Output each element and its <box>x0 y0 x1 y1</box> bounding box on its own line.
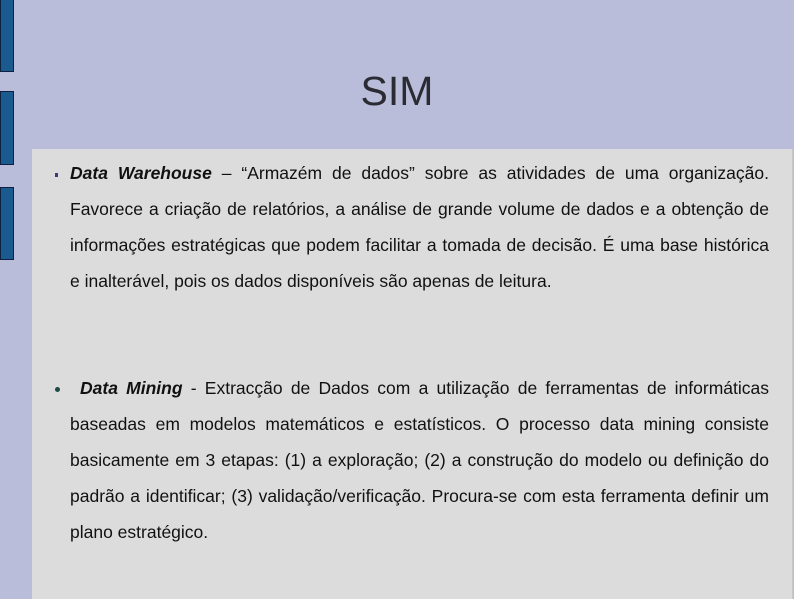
bullet-separator: - <box>182 378 205 398</box>
bullet-separator: – <box>211 163 242 183</box>
bullet-text: Extracção de Dados com a utilização de f… <box>70 378 769 542</box>
bullet-paragraph: Data Mining - Extracção de Dados com a u… <box>70 370 769 550</box>
decorative-side-block <box>0 187 14 260</box>
round-bullet-icon <box>55 387 60 392</box>
square-bullet-icon <box>55 173 58 177</box>
slide-title: SIM <box>360 68 434 114</box>
bullet-paragraph: Data Warehouse – “Armazém de dados” sobr… <box>70 155 769 299</box>
content-panel: Data Warehouse – “Armazém de dados” sobr… <box>32 149 793 599</box>
decorative-side-block <box>0 0 14 72</box>
bullet-term: Data Mining <box>80 378 183 398</box>
bullet-term: Data Warehouse <box>70 163 212 183</box>
